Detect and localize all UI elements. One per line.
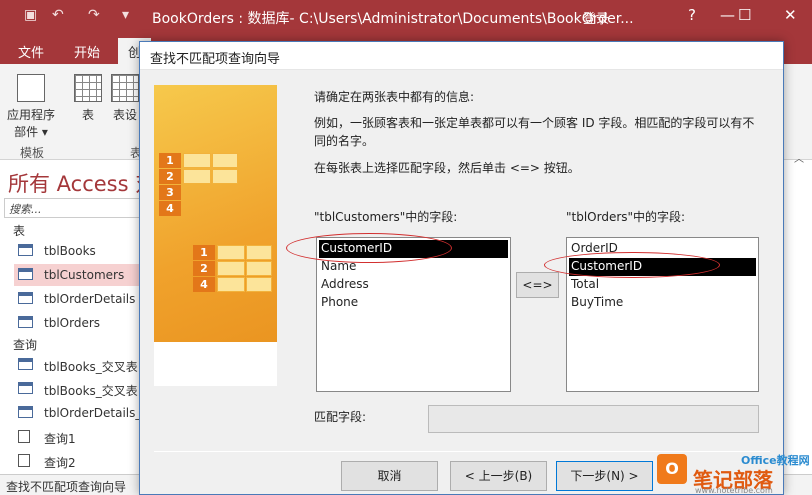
art-row-number: 3 <box>159 185 181 200</box>
art-row-number: 4 <box>193 277 215 292</box>
matched-fields-label: 匹配字段: <box>314 410 367 424</box>
nav-item-tblorderdetails[interactable]: tblOrderDetails <box>14 288 142 310</box>
nav-item-label: tblCustomers <box>44 268 125 282</box>
illustration-footer <box>154 342 277 386</box>
nav-item-label: tblOrderDetails_2 <box>44 406 149 420</box>
customize-toolbar-icon[interactable]: ▾ <box>122 7 129 23</box>
nav-item-query[interactable]: 查询2 <box>14 450 142 472</box>
nav-item-label: 查询2 <box>44 456 76 470</box>
wizard-illustration: 1 2 3 4 1 2 4 <box>154 85 277 385</box>
nav-item-query[interactable]: tblBooks_交叉表 <box>14 378 142 400</box>
left-fields-label: "tblCustomers"中的字段: <box>314 210 458 224</box>
match-fields-button[interactable]: <=> <box>516 272 559 298</box>
table-icon <box>18 244 33 256</box>
watermark-url: www.notetribe.com <box>695 486 773 495</box>
login-link[interactable]: 登录 <box>583 8 609 27</box>
nav-item-label: tblBooks_交叉表 <box>44 384 138 398</box>
nav-item-query[interactable]: 查询1 <box>14 426 142 448</box>
table-icon <box>18 268 33 280</box>
nav-item-label: tblOrders <box>44 316 101 330</box>
nav-section-tables[interactable]: 表 <box>13 222 25 239</box>
window-title: BookOrders : 数据库- C:\Users\Administrator… <box>152 11 634 27</box>
watermark-logo-icon: O <box>657 454 687 484</box>
watermark-logo: O Office教程网 笔记部落 www.notetribe.com <box>655 452 812 495</box>
left-field-item[interactable]: Address <box>319 276 508 294</box>
nav-item-label: 查询1 <box>44 432 76 446</box>
art-row-number: 1 <box>193 245 215 260</box>
tab-home[interactable]: 开始 <box>74 42 100 61</box>
nav-header[interactable]: 所有 Access 对 <box>8 168 156 198</box>
matched-fields-field <box>428 405 759 433</box>
table-button[interactable]: 表 <box>72 74 104 123</box>
restore-icon[interactable]: ☐ <box>738 6 751 24</box>
help-icon[interactable]: ? <box>688 6 696 24</box>
nav-item-query[interactable]: tblOrderDetails_2 <box>14 402 149 424</box>
navigation-pane: 所有 Access 对 搜索... 表 tblBooks tblCustomer… <box>0 164 156 474</box>
dialog-title: 查找不匹配项查询向导 <box>140 42 783 70</box>
table-label: 表 <box>81 108 94 122</box>
nav-item-label: tblBooks <box>44 244 96 258</box>
intro-text: 请确定在两张表中都有的信息: <box>314 90 475 104</box>
left-field-item[interactable]: Phone <box>319 294 508 312</box>
art-row-number: 2 <box>193 261 215 276</box>
query-icon <box>18 454 30 467</box>
nav-item-tblbooks[interactable]: tblBooks <box>14 240 142 262</box>
table-design-button[interactable]: 表设 <box>110 74 140 123</box>
minimize-icon[interactable]: — <box>720 6 735 24</box>
query-icon <box>18 430 30 443</box>
app-parts-label: 应用程序 <box>6 108 55 122</box>
annotation-ellipse <box>544 252 720 278</box>
close-icon[interactable]: ✕ <box>784 6 797 24</box>
nav-item-tblcustomers[interactable]: tblCustomers <box>14 264 142 286</box>
crosstab-query-icon <box>18 406 33 418</box>
crosstab-query-icon <box>18 382 33 394</box>
right-field-item[interactable]: Total <box>569 276 756 294</box>
nav-item-label: tblOrderDetails <box>44 292 136 306</box>
example-text-line: 例如，一张顾客表和一张定单表都可以有一个顾客 ID 字段。相匹配的字段可以有不 <box>314 116 755 130</box>
annotation-ellipse <box>286 233 452 263</box>
cancel-button[interactable]: 取消 <box>341 461 438 491</box>
right-field-item[interactable]: BuyTime <box>569 294 756 312</box>
example-text: 例如，一张顾客表和一张定单表都可以有一个顾客 ID 字段。相匹配的字段可以有不 … <box>314 114 764 150</box>
right-fields-label: "tblOrders"中的字段: <box>566 210 686 224</box>
table-design-icon <box>111 74 139 102</box>
instruction-text: 在每张表上选择匹配字段，然后单击 <=> 按钮。 <box>314 161 580 175</box>
nav-item-query[interactable]: tblBooks_交叉表 <box>14 354 142 376</box>
table-icon <box>18 292 33 304</box>
table-icon <box>74 74 102 102</box>
table-design-label: 表设 <box>112 108 137 122</box>
app-parts-label-2: 部件 ▾ <box>14 125 48 139</box>
example-text-line: 同的名字。 <box>314 134 375 148</box>
collapse-ribbon-icon[interactable]: ︿ <box>794 150 804 165</box>
nav-item-label: tblBooks_交叉表 <box>44 360 138 374</box>
find-unmatched-wizard-dialog: 查找不匹配项查询向导 1 2 3 4 1 2 4 请确定在两张表中都有的信息: … <box>139 41 784 495</box>
nav-section-queries[interactable]: 查询 <box>13 336 37 353</box>
art-row-number: 1 <box>159 153 181 168</box>
app-parts-icon <box>17 74 45 102</box>
app-parts-button[interactable]: 应用程序 部件 ▾ <box>6 74 56 140</box>
undo-icon[interactable]: ↶ <box>52 7 64 23</box>
tab-file[interactable]: 文件 <box>18 42 44 61</box>
redo-icon[interactable]: ↷ <box>88 7 100 23</box>
save-icon[interactable]: ▣ <box>24 7 37 23</box>
art-row-number: 2 <box>159 169 181 184</box>
title-bar: ▣ ↶ ↷ ▾ BookOrders : 数据库- C:\Users\Admin… <box>0 0 812 34</box>
crosstab-query-icon <box>18 358 33 370</box>
nav-item-tblorders[interactable]: tblOrders <box>14 312 142 334</box>
nav-search-input[interactable]: 搜索... <box>4 198 140 218</box>
table-icon <box>18 316 33 328</box>
group-templates-label: 模板 <box>20 146 45 160</box>
back-button[interactable]: < 上一步(B) <box>450 461 547 491</box>
next-button[interactable]: 下一步(N) > <box>556 461 653 491</box>
art-row-number: 4 <box>159 201 181 216</box>
